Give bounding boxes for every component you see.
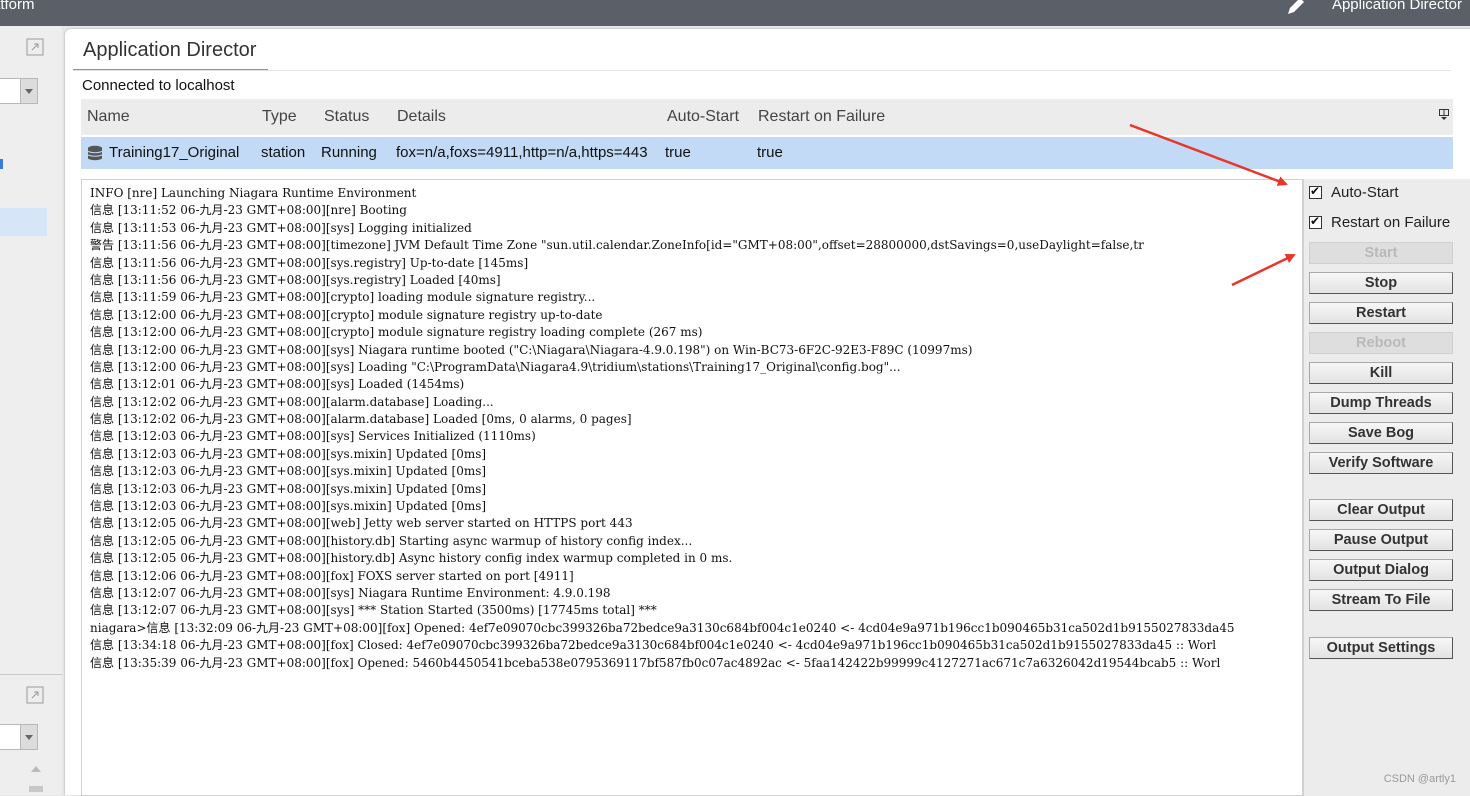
stop-button[interactable]: Stop bbox=[1309, 272, 1453, 294]
main-panel: Application Director Connected to localh… bbox=[64, 28, 1470, 796]
expand-icon[interactable] bbox=[26, 38, 44, 56]
console-line: 信息 [13:12:02 06-九月-23 GMT+08:00][alarm.d… bbox=[90, 394, 494, 409]
console-line: 信息 [13:12:03 06-九月-23 GMT+08:00][sys.mix… bbox=[90, 464, 487, 479]
console-line: 信息 [13:12:03 06-九月-23 GMT+08:00][sys.mix… bbox=[90, 499, 487, 514]
console-line: 信息 [13:12:00 06-九月-23 GMT+08:00][crypto]… bbox=[90, 307, 603, 322]
verify-software-button[interactable]: Verify Software bbox=[1309, 452, 1453, 474]
watermark: CSDN @artly1 bbox=[1383, 773, 1456, 785]
stream-to-file-button[interactable]: Stream To File bbox=[1309, 589, 1453, 611]
console-line: 信息 [13:12:03 06-九月-23 GMT+08:00][sys] Se… bbox=[90, 429, 536, 444]
auto-start-label: Auto-Start bbox=[1331, 184, 1399, 201]
output-console[interactable]: INFO [nre] Launching Niagara Runtime Env… bbox=[81, 179, 1303, 796]
kill-button[interactable]: Kill bbox=[1309, 362, 1453, 384]
left-sidebar bbox=[0, 26, 62, 795]
scroll-up-icon[interactable] bbox=[31, 766, 41, 772]
column-header-status[interactable]: Status bbox=[324, 108, 369, 126]
column-header-auto-start[interactable]: Auto-Start bbox=[667, 108, 739, 126]
console-line: 信息 [13:11:53 06-九月-23 GMT+08:00][sys] Lo… bbox=[90, 220, 472, 235]
column-header-details[interactable]: Details bbox=[397, 108, 446, 126]
console-line: 信息 [13:12:05 06-九月-23 GMT+08:00][history… bbox=[90, 551, 733, 566]
console-line: 信息 [13:35:39 06-九月-23 GMT+08:00][fox] Op… bbox=[90, 655, 1221, 670]
checkbox-checked-icon[interactable] bbox=[1309, 184, 1322, 199]
column-chooser-icon[interactable] bbox=[1439, 109, 1449, 121]
tab-application-director[interactable]: Application Director bbox=[73, 29, 269, 71]
save-bog-button[interactable]: Save Bog bbox=[1309, 422, 1453, 444]
clear-output-button[interactable]: Clear Output bbox=[1309, 499, 1453, 521]
chevron-down-icon[interactable] bbox=[20, 79, 37, 103]
cell-name: Training17_Original bbox=[109, 144, 240, 161]
console-line: 信息 [13:12:02 06-九月-23 GMT+08:00][alarm.d… bbox=[90, 412, 632, 427]
apps-table: Name Type Status Details Auto-Start Rest… bbox=[81, 99, 1453, 169]
output-settings-button[interactable]: Output Settings bbox=[1309, 637, 1453, 659]
dump-threads-button[interactable]: Dump Threads bbox=[1309, 392, 1453, 414]
console-output-text: INFO [nre] Launching Niagara Runtime Env… bbox=[90, 185, 1235, 672]
cell-status: Running bbox=[321, 144, 377, 161]
console-line: 信息 [13:12:03 06-九月-23 GMT+08:00][sys.mix… bbox=[90, 481, 487, 496]
sidebar-combo[interactable] bbox=[0, 78, 38, 104]
console-line: 信息 [13:12:06 06-九月-23 GMT+08:00][fox] FO… bbox=[90, 568, 574, 583]
pause-output-button[interactable]: Pause Output bbox=[1309, 529, 1453, 551]
restart-button[interactable]: Restart bbox=[1309, 302, 1453, 324]
cell-restart-on-failure: true bbox=[757, 144, 783, 161]
console-line: 信息 [13:12:03 06-九月-23 GMT+08:00][sys.mix… bbox=[90, 446, 487, 461]
console-line: 信息 [13:12:01 06-九月-23 GMT+08:00][sys] Lo… bbox=[90, 377, 465, 392]
chevron-down-icon[interactable] bbox=[20, 725, 37, 749]
column-header-name[interactable]: Name bbox=[87, 108, 130, 126]
console-line: 信息 [13:11:59 06-九月-23 GMT+08:00][crypto]… bbox=[90, 290, 596, 305]
console-line: 信息 [13:11:56 06-九月-23 GMT+08:00][sys.reg… bbox=[90, 255, 529, 270]
sidebar-divider bbox=[0, 674, 62, 675]
console-line: 信息 [13:11:56 06-九月-23 GMT+08:00][sys.reg… bbox=[90, 272, 501, 287]
scrollbar[interactable] bbox=[29, 786, 43, 792]
console-line: INFO [nre] Launching Niagara Runtime Env… bbox=[90, 186, 417, 200]
console-line: 信息 [13:34:18 06-九月-23 GMT+08:00][fox] Cl… bbox=[90, 638, 1217, 653]
expand-icon[interactable] bbox=[26, 686, 44, 704]
connection-status: Connected to localhost bbox=[82, 77, 235, 94]
cell-type: station bbox=[261, 144, 306, 161]
console-line: 信息 [13:12:05 06-九月-23 GMT+08:00][history… bbox=[90, 533, 693, 548]
table-header: Name Type Status Details Auto-Start Rest… bbox=[81, 99, 1453, 135]
database-icon bbox=[87, 145, 103, 161]
console-line: 信息 [13:12:07 06-九月-23 GMT+08:00][sys] Ni… bbox=[90, 585, 611, 600]
cell-auto-start: true bbox=[665, 144, 691, 161]
reboot-button[interactable]: Reboot bbox=[1309, 332, 1453, 354]
console-line: 信息 [13:12:00 06-九月-23 GMT+08:00][crypto]… bbox=[90, 325, 703, 340]
console-line: niagara>信息 [13:32:09 06-九月-23 GMT+08:00]… bbox=[90, 620, 1235, 635]
console-line: 警告 [13:11:56 06-九月-23 GMT+08:00][timezon… bbox=[90, 238, 1144, 253]
cell-details: fox=n/a,foxs=4911,http=n/a,https=443 bbox=[396, 144, 648, 161]
sidebar-selected-item[interactable] bbox=[0, 208, 47, 236]
console-line: 信息 [13:12:07 06-九月-23 GMT+08:00][sys] **… bbox=[90, 603, 657, 618]
pencil-icon[interactable] bbox=[1284, 0, 1308, 18]
console-line: 信息 [13:11:52 06-九月-23 GMT+08:00][nre] Bo… bbox=[90, 203, 407, 218]
table-row[interactable]: Training17_Original station Running fox=… bbox=[81, 137, 1453, 169]
tab-divider bbox=[73, 70, 1451, 71]
console-line: 信息 [13:12:00 06-九月-23 GMT+08:00][sys] Ni… bbox=[90, 342, 973, 357]
platform-title: atform bbox=[0, 0, 35, 13]
tree-marker bbox=[0, 159, 3, 169]
controls-panel: Auto-Start Restart on Failure Start Stop… bbox=[1303, 179, 1470, 796]
start-button[interactable]: Start bbox=[1309, 242, 1453, 264]
column-header-type[interactable]: Type bbox=[262, 108, 297, 126]
output-dialog-button[interactable]: Output Dialog bbox=[1309, 559, 1453, 581]
sidebar-combo-2[interactable] bbox=[0, 724, 38, 750]
app-director-title: Application Director bbox=[1331, 0, 1462, 13]
column-header-restart-on-failure[interactable]: Restart on Failure bbox=[758, 108, 885, 126]
console-line: 信息 [13:12:00 06-九月-23 GMT+08:00][sys] Lo… bbox=[90, 359, 901, 374]
title-bar: atform Application Director bbox=[0, 0, 1470, 26]
restart-on-failure-label: Restart on Failure bbox=[1331, 214, 1451, 231]
console-line: 信息 [13:12:05 06-九月-23 GMT+08:00][web] Je… bbox=[90, 516, 633, 531]
checkbox-checked-icon[interactable] bbox=[1309, 214, 1322, 229]
